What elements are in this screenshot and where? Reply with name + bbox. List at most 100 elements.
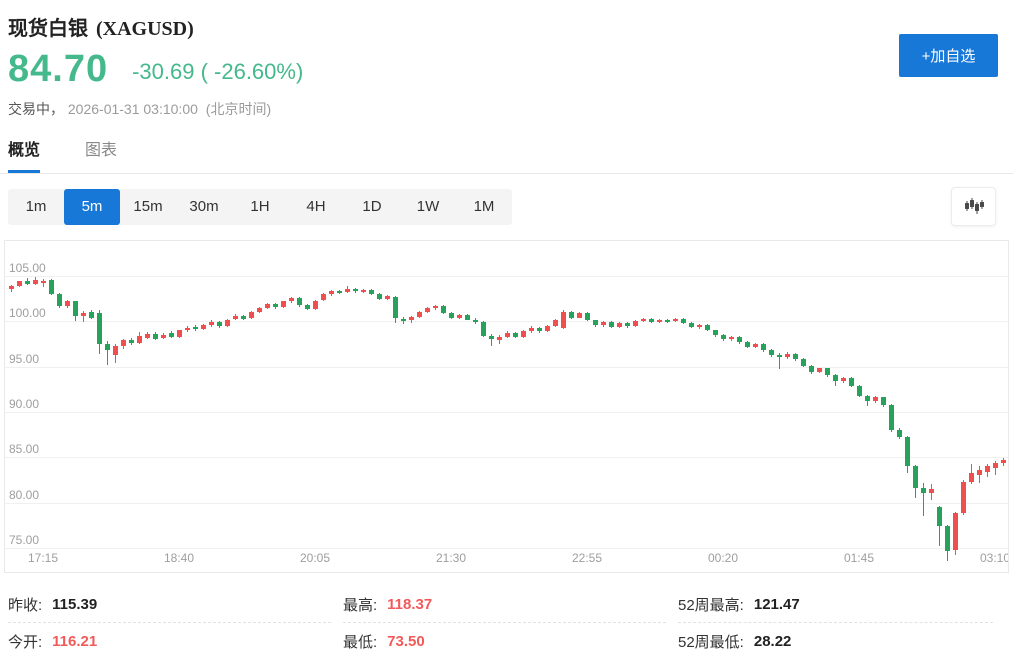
tab-chart[interactable]: 图表: [85, 136, 117, 173]
price-row: 84.70 -30.69 ( -26.60%): [8, 50, 998, 88]
stat-value: 28.22: [754, 633, 792, 650]
chart-style-button[interactable]: [951, 187, 996, 226]
candle-body: [881, 397, 886, 404]
period-1h[interactable]: 1H: [232, 189, 288, 225]
candle-body: [345, 289, 350, 293]
candlestick-icon: [964, 198, 984, 216]
candlestick-chart[interactable]: 105.00100.0095.0090.0085.0080.0075.0017:…: [4, 240, 1009, 573]
stat-low: 最低: 73.50: [343, 623, 666, 660]
stat-52w-low: 52周最低: 28.22: [678, 623, 993, 660]
candle-body: [417, 312, 422, 317]
candle-body: [561, 312, 566, 327]
candle-body: [505, 333, 510, 337]
x-axis-label: 22:55: [565, 551, 609, 565]
candle-body: [361, 290, 366, 292]
candle-body: [97, 313, 102, 344]
candle-body: [497, 337, 502, 341]
add-watchlist-button[interactable]: +加自选: [899, 34, 998, 77]
x-axis-label: 21:30: [429, 551, 473, 565]
candle-body: [961, 482, 966, 514]
quote-page: { "header": { "title": "现货白银", "symbol":…: [0, 0, 1013, 672]
candle-body: [953, 513, 958, 550]
stat-value: 116.21: [52, 633, 97, 650]
candle-body: [793, 354, 798, 359]
x-axis-label: 20:05: [293, 551, 337, 565]
candle-body: [281, 301, 286, 306]
candle-body: [833, 375, 838, 381]
candle-body: [569, 312, 574, 317]
candle-body: [681, 319, 686, 324]
candle-body: [729, 337, 734, 340]
y-axis-label: 100.00: [9, 306, 46, 320]
candle-body: [369, 290, 374, 295]
candle-body: [969, 473, 974, 482]
tab-overview[interactable]: 概览: [8, 136, 40, 173]
timezone-label: (北京时间): [206, 101, 271, 117]
candle-body: [993, 463, 998, 468]
header: 现货白银 (XAGUSD) 84.70 -30.69 ( -26.60%) 交易…: [0, 0, 1013, 119]
candle-body: [985, 466, 990, 471]
stats-panel: 昨收: 115.39 今开: 116.21 最高: 118.37 最低: 73.…: [0, 586, 1013, 660]
candle-body: [257, 308, 262, 313]
y-axis-label: 90.00: [9, 397, 39, 411]
candle-body: [921, 488, 926, 493]
period-1m[interactable]: 1m: [8, 189, 64, 225]
y-axis-label: 95.00: [9, 352, 39, 366]
candle-body: [513, 333, 518, 337]
candle-body: [209, 322, 214, 325]
candle-body: [57, 294, 62, 306]
candle-body: [305, 305, 310, 309]
candle-body: [553, 320, 558, 326]
period-1m-month[interactable]: 1M: [456, 189, 512, 225]
candle-body: [1001, 460, 1006, 464]
gridline: [5, 548, 1008, 549]
candle-body: [521, 331, 526, 336]
period-1w[interactable]: 1W: [400, 189, 456, 225]
period-1d[interactable]: 1D: [344, 189, 400, 225]
candle-body: [897, 430, 902, 437]
period-30m[interactable]: 30m: [176, 189, 232, 225]
candle-body: [201, 325, 206, 330]
candle-body: [657, 320, 662, 323]
x-axis-label: 03:10: [973, 551, 1009, 565]
candle-body: [129, 340, 134, 343]
candle-body: [649, 319, 654, 323]
period-4h[interactable]: 4H: [288, 189, 344, 225]
candle-body: [169, 333, 174, 337]
candle-body: [489, 336, 494, 340]
candle-body: [609, 322, 614, 327]
candle-body: [185, 328, 190, 331]
candle-body: [585, 313, 590, 320]
candle-body: [777, 355, 782, 358]
gridline: [5, 457, 1008, 458]
candle-body: [225, 320, 230, 326]
trading-status: 交易中，: [8, 101, 64, 117]
y-axis-label: 80.00: [9, 488, 39, 502]
candle-body: [617, 323, 622, 327]
candle-body: [753, 344, 758, 347]
candle-body: [577, 313, 582, 318]
candle-body: [265, 304, 270, 308]
candle-body: [785, 354, 790, 358]
candle-body: [761, 344, 766, 350]
gridline: [5, 412, 1008, 413]
candle-body: [825, 368, 830, 374]
candle-body: [193, 327, 198, 330]
candle-body: [65, 301, 70, 306]
period-15m[interactable]: 15m: [120, 189, 176, 225]
gridline: [5, 367, 1008, 368]
candle-body: [713, 330, 718, 335]
candle-body: [809, 366, 814, 372]
stat-label: 今开:: [8, 631, 42, 652]
candle-body: [273, 304, 278, 307]
candle-body: [297, 298, 302, 305]
y-axis-label: 85.00: [9, 442, 39, 456]
candle-body: [857, 386, 862, 396]
gridline: [5, 321, 1008, 322]
candle-body: [73, 301, 78, 316]
period-selector: 1m 5m 15m 30m 1H 4H 1D 1W 1M: [8, 189, 512, 225]
stat-label: 最低:: [343, 631, 377, 652]
x-axis-label: 00:20: [701, 551, 745, 565]
period-5m[interactable]: 5m: [64, 189, 120, 225]
candle-body: [249, 312, 254, 318]
